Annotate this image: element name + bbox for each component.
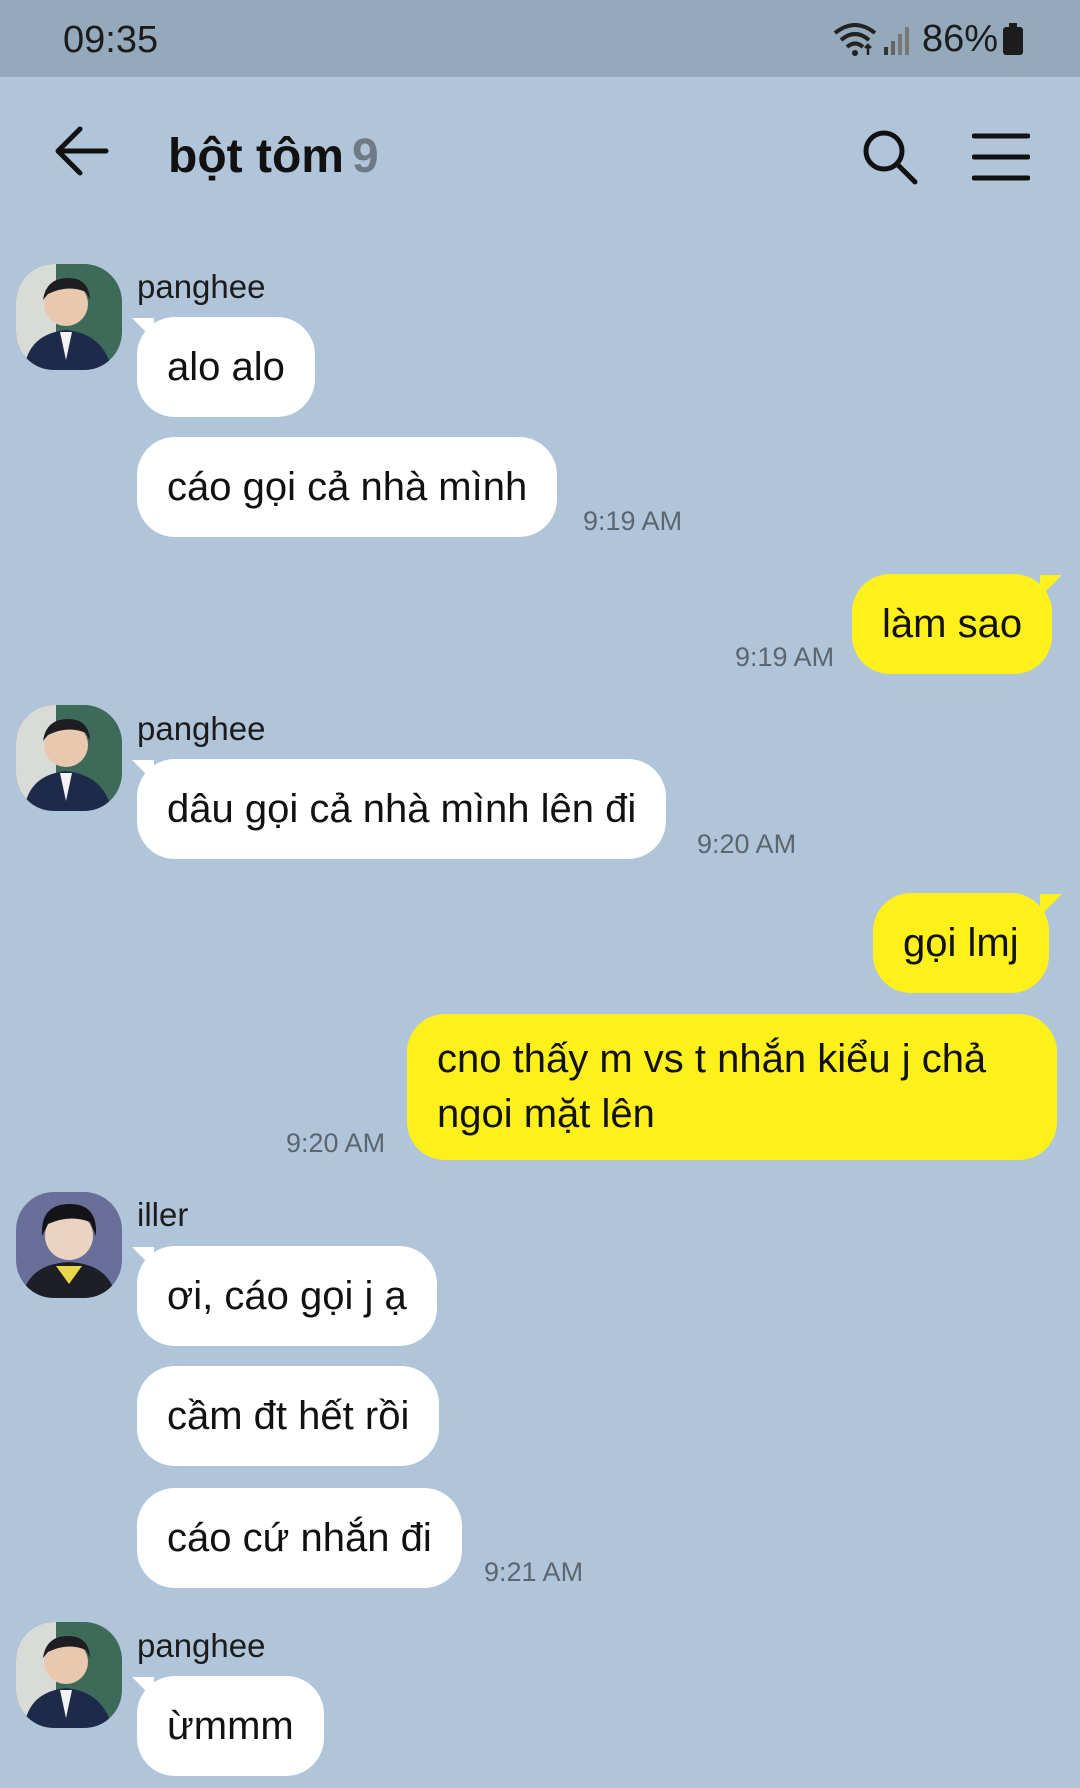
status-icons: 86% bbox=[832, 14, 1024, 64]
chat-name: bột tôm bbox=[168, 130, 344, 183]
status-bar: 09:35 86% bbox=[0, 0, 1080, 77]
message-bubble[interactable]: cáo cứ nhắn đi bbox=[137, 1488, 462, 1588]
message-bubble[interactable]: cầm đt hết rồi bbox=[137, 1366, 440, 1466]
message-bubble[interactable]: cáo gọi cả nhà mình bbox=[137, 437, 558, 537]
sender-name: panghee bbox=[137, 268, 266, 305]
battery-icon bbox=[1003, 23, 1023, 55]
battery-percent: 86% bbox=[921, 17, 998, 60]
message-bubble[interactable]: gọi lmj bbox=[873, 893, 1049, 993]
message-bubble[interactable]: ừmmm bbox=[137, 1676, 324, 1776]
message-bubble[interactable]: cno thấy m vs t nhắn kiểu j chả ngoi mặt… bbox=[407, 1014, 1057, 1160]
search-icon bbox=[863, 130, 918, 185]
signal-icon bbox=[883, 27, 909, 55]
bubble-tail bbox=[1040, 575, 1062, 597]
sender-name: panghee bbox=[137, 1627, 266, 1664]
search-button[interactable] bbox=[860, 127, 920, 187]
message-timestamp: 9:21 AM bbox=[484, 1557, 584, 1587]
bubble-tail bbox=[1040, 894, 1062, 916]
message-bubble[interactable]: ơi, cáo gọi j ạ bbox=[137, 1246, 437, 1346]
message-bubble[interactable]: làm sao bbox=[852, 574, 1053, 674]
avatar-panghee[interactable] bbox=[16, 705, 122, 811]
avatar-panghee[interactable] bbox=[16, 264, 122, 370]
sender-name: panghee bbox=[137, 710, 266, 747]
member-count: 9 bbox=[351, 130, 379, 183]
hamburger-menu-icon bbox=[971, 133, 1031, 181]
avatar-panghee[interactable] bbox=[16, 1622, 122, 1728]
menu-button[interactable] bbox=[971, 131, 1031, 183]
sender-name: iller bbox=[137, 1196, 189, 1233]
message-timestamp: 9:20 AM bbox=[697, 829, 797, 859]
message-timestamp: 9:19 AM bbox=[735, 642, 835, 672]
chat-title: bột tôm 9 bbox=[168, 129, 379, 184]
status-time: 09:35 bbox=[63, 19, 159, 61]
back-arrow-icon bbox=[55, 126, 109, 176]
message-timestamp: 9:20 AM bbox=[286, 1128, 386, 1158]
message-timestamp: 9:19 AM bbox=[583, 506, 683, 536]
wifi-icon bbox=[833, 23, 877, 56]
message-bubble[interactable]: alo alo bbox=[137, 317, 315, 417]
message-bubble[interactable]: dâu gọi cả nhà mình lên đi bbox=[137, 759, 667, 859]
avatar-iller[interactable] bbox=[16, 1192, 122, 1298]
chat-header: bột tôm 9 bbox=[0, 77, 1080, 237]
back-button[interactable] bbox=[52, 121, 112, 181]
